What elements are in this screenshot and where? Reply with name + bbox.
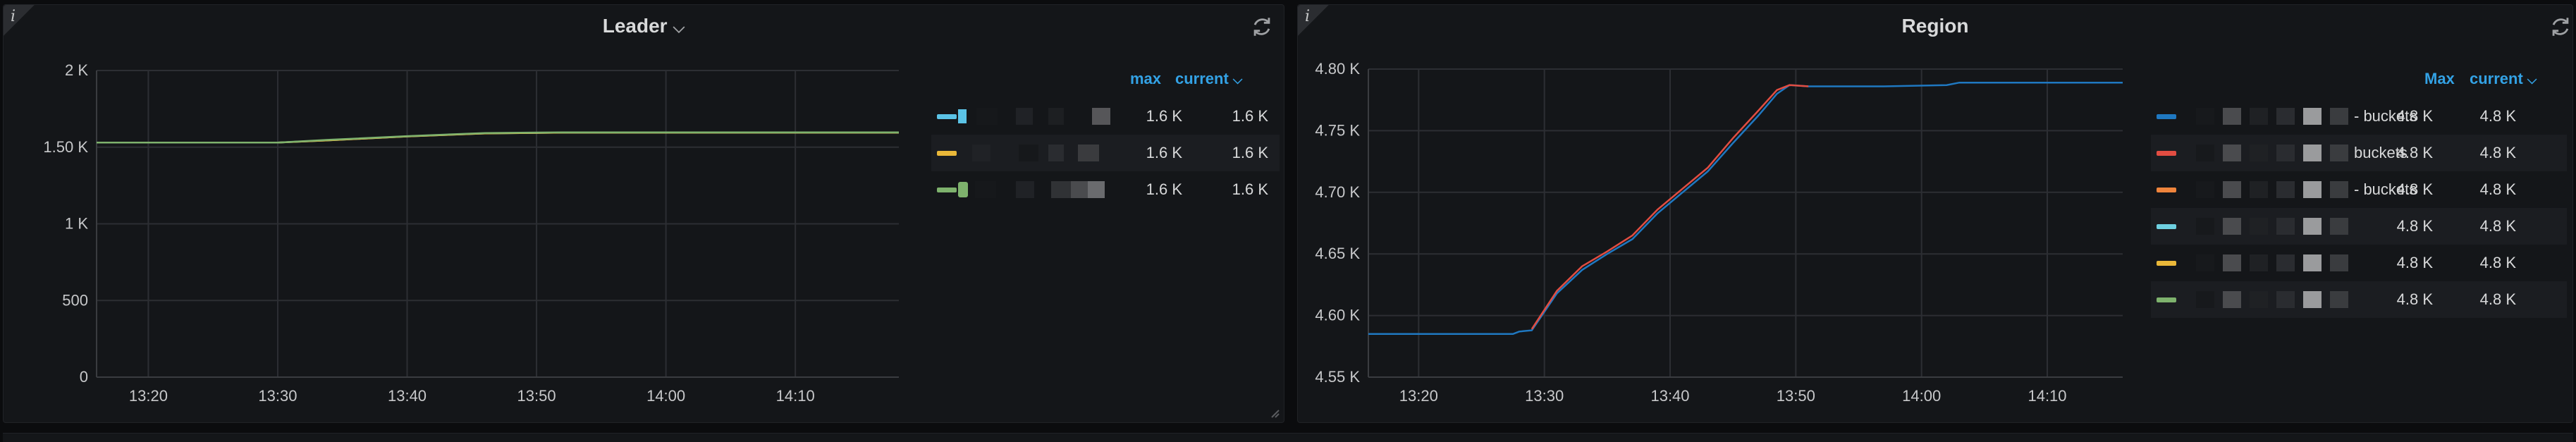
y-tick-label: 4.75 K — [1315, 121, 1360, 139]
y-tick-label: 4.80 K — [1315, 60, 1360, 78]
region-panel: i Region 4.55 K 4.60 K 4.65 K 4.70 K 4.75 K4… — [1297, 4, 2573, 423]
x-tick-label: 13:30 — [1525, 387, 1564, 405]
legend-item-region-2[interactable]: buckets 4.8 K 4.8 K — [2151, 135, 2567, 171]
y-tick-label: 2 K — [65, 61, 88, 79]
legend-max-value: 1.6 K — [1146, 144, 1182, 161]
next-row-panels-edge — [3, 433, 2573, 442]
legend-current-value: 1.6 K — [1232, 107, 1268, 125]
series-color-swatch[interactable] — [2157, 187, 2176, 192]
series-color-swatch[interactable] — [937, 150, 957, 156]
y-tick-label: 0 — [80, 368, 88, 386]
legend-item-region-1[interactable]: - buckets 4.8 K 4.8 K — [2151, 98, 2567, 135]
legend-item-region-5[interactable]: 4.8 K 4.8 K — [2151, 245, 2567, 281]
legend-max-value: 1.6 K — [1146, 107, 1182, 125]
x-tick-label: 14:00 — [646, 387, 685, 405]
y-tick-label: 1 K — [65, 215, 88, 233]
x-tick-label: 13:40 — [1650, 387, 1689, 405]
series-color-swatch[interactable] — [2157, 113, 2176, 119]
refresh-icon[interactable] — [2549, 15, 2572, 39]
leader-chart: 0 500 1 K 1.50 K 2 K 13:20 13:30 13:40 13:50 14:0… — [43, 61, 899, 405]
legend-item-region-4[interactable]: 4.8 K 4.8 K — [2151, 208, 2567, 245]
series-color-swatch[interactable] — [2157, 150, 2176, 156]
x-tick-label: 14:10 — [776, 387, 815, 405]
legend-current-value: 4.8 K — [2479, 180, 2516, 198]
series-color-swatch[interactable] — [2157, 297, 2176, 302]
legend-max-value: 4.8 K — [2396, 290, 2433, 308]
y-tick-label: 1.50 K — [43, 138, 88, 156]
chevron-down-icon: ⌵ — [2527, 73, 2537, 87]
legend-current-value: 4.8 K — [2479, 144, 2516, 161]
resize-handle-icon[interactable] — [1268, 407, 1280, 418]
chevron-down-icon: ⌵ — [1232, 73, 1243, 87]
series-color-swatch[interactable] — [937, 113, 957, 119]
y-tick-label: 500 — [62, 291, 88, 309]
x-tick-label: 13:40 — [388, 387, 427, 405]
legend-current-value: 4.8 K — [2479, 107, 2516, 125]
legend-item-region-3[interactable]: - buckets 4.8 K 4.8 K — [2151, 171, 2567, 208]
y-tick-label: 4.55 K — [1315, 368, 1360, 386]
x-tick-label: 14:00 — [1902, 387, 1941, 405]
x-tick-label: 13:50 — [517, 387, 556, 405]
legend-header-max[interactable]: Max — [2424, 70, 2455, 88]
legend-max-value: 4.8 K — [2396, 254, 2433, 271]
x-tick-label: 13:30 — [258, 387, 297, 405]
legend-max-value: 1.6 K — [1146, 180, 1182, 198]
series-color-swatch[interactable] — [2157, 260, 2176, 266]
y-tick-label: 4.60 K — [1315, 307, 1360, 324]
legend-current-value: 1.6 K — [1232, 144, 1268, 161]
legend-item-leader-1[interactable]: 1.6 K 1.6 K — [931, 98, 1280, 135]
x-tick-label: 13:20 — [129, 387, 168, 405]
x-tick-label: 13:20 — [1399, 387, 1438, 405]
legend-header-max[interactable]: max — [1130, 70, 1161, 88]
x-tick-label: 13:50 — [1777, 387, 1815, 405]
legend-item-region-6[interactable]: 4.8 K 4.8 K — [2151, 281, 2567, 318]
region-chart: 4.55 K 4.60 K 4.65 K 4.70 K 4.75 K 4.80 K 13:2… — [1315, 60, 2123, 405]
y-tick-label: 4.65 K — [1315, 245, 1360, 262]
legend-header-current[interactable]: current ⌵ — [2470, 70, 2537, 88]
refresh-icon[interactable] — [1250, 15, 1274, 39]
legend-current-value: 4.8 K — [2479, 254, 2516, 271]
series-color-swatch[interactable] — [937, 187, 957, 192]
y-tick-label: 4.70 K — [1315, 183, 1360, 201]
legend-max-value: 4.8 K — [2396, 180, 2433, 198]
legend-header-current[interactable]: current ⌵ — [1175, 70, 1242, 88]
legend-current-value: 1.6 K — [1232, 180, 1268, 198]
legend-max-value: 4.8 K — [2396, 144, 2433, 161]
x-tick-label: 14:10 — [2028, 387, 2066, 405]
legend-item-leader-2[interactable]: 1.6 K 1.6 K — [931, 135, 1280, 171]
legend-max-value: 4.8 K — [2396, 107, 2433, 125]
legend-current-value: 4.8 K — [2479, 217, 2516, 235]
series-color-swatch[interactable] — [2157, 223, 2176, 229]
series-line-1[interactable] — [1368, 81, 2123, 336]
legend-item-leader-3[interactable]: 1.6 K 1.6 K — [931, 171, 1280, 208]
series-line-2[interactable] — [97, 131, 899, 144]
legend-current-value: 4.8 K — [2479, 290, 2516, 308]
legend-max-value: 4.8 K — [2396, 217, 2433, 235]
leader-panel: i Leader ⌵ 0 500 1 K 1.50 K2 K 13:20 13:30 13:4… — [3, 4, 1284, 423]
